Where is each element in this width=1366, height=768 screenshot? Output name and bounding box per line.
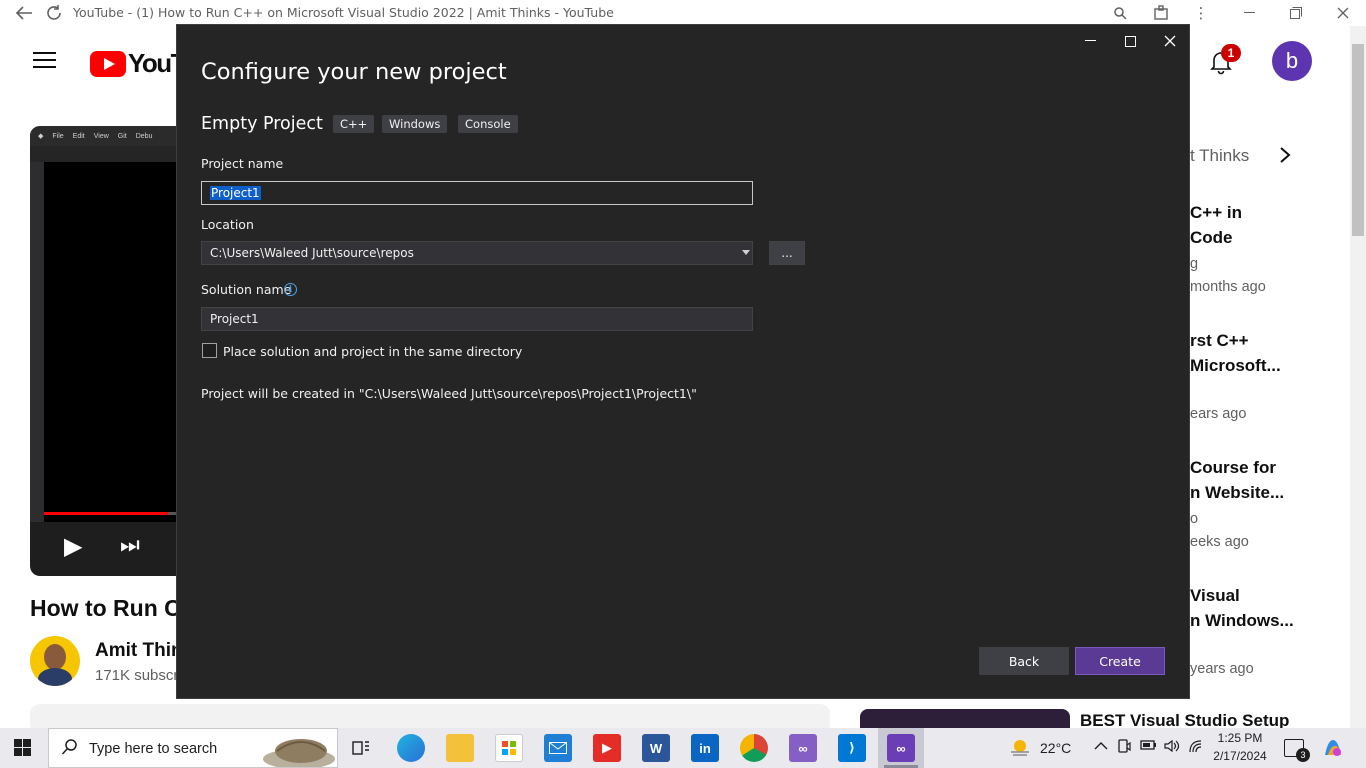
tag-language: C++ [333,115,375,133]
video-vs-toolbar [30,146,190,162]
more-options-icon[interactable]: ⋮ [1191,3,1211,23]
recommendation-thumbnail[interactable] [860,709,1070,728]
video-frame [44,162,190,522]
windows-taskbar: Type here to search ▶ W in ∞ ⟩ ∞ 22°C 1:… [0,728,1366,768]
recommendation-meta: o [1190,511,1199,527]
create-button[interactable]: Create [1075,647,1165,675]
restore-icon[interactable] [1286,3,1306,23]
channel-name[interactable]: Amit Thin [95,640,177,662]
video-menu-item: Edit [72,132,85,140]
close-icon[interactable] [1155,30,1185,52]
minimize-icon[interactable] [1075,30,1105,52]
video-menu-item: Git [117,132,127,140]
user-avatar[interactable]: b [1272,41,1312,81]
info-icon[interactable]: i [284,283,297,296]
video-vs-menubar: ◆ File Edit View Git Debu [30,126,190,146]
weather-icon[interactable] [1009,737,1031,759]
zoom-icon[interactable] [1110,3,1130,23]
recommendation-meta: ears ago [1190,406,1247,422]
project-name-label: Project name [201,156,284,171]
visual-studio-icon[interactable]: ∞ [789,734,817,762]
search-placeholder: Type here to search [89,741,218,757]
extensions-icon[interactable] [1151,3,1171,23]
browse-button[interactable]: ... [769,241,805,265]
configure-project-dialog: Configure your new project Empty Project… [176,24,1190,699]
video-menu-item: Debu [135,132,153,140]
tag-platform: Windows [382,115,448,133]
recommendation-meta: eeks ago [1190,534,1249,550]
vs-logo-icon: ◆ [38,133,44,140]
video-player[interactable]: ◆ File Edit View Git Debu ▶ ⏭ [30,126,190,576]
project-path-note: Project will be created in "C:\Users\Wal… [201,386,697,401]
back-button[interactable]: Back [979,647,1069,675]
recommendation-chip[interactable]: t Thinks [1190,146,1249,166]
chrome-icon[interactable] [740,734,768,762]
recommendation-meta: years ago [1190,661,1254,677]
next-video-icon[interactable]: ⏭ [120,532,140,558]
recommendation-title[interactable]: C++ in Code [1190,200,1340,250]
word-icon[interactable]: W [642,734,670,762]
video-progress-bar[interactable] [44,512,176,515]
dropdown-arrow-icon[interactable] [742,250,750,255]
video-menu-item: File [52,132,64,140]
vs-code-icon[interactable]: ⟩ [838,734,866,762]
dialog-title: Configure your new project [201,59,507,85]
youtube-play-logo-icon [90,50,126,77]
browser-tab-title: YouTube - (1) How to Run C++ on Microsof… [73,5,614,20]
search-highlight-illustration [263,739,335,767]
minimize-icon[interactable] [1240,3,1260,23]
recommendation-title[interactable]: Visual n Windows... [1190,583,1340,633]
file-explorer-icon[interactable] [446,734,474,762]
visual-studio-active-icon[interactable]: ∞ [887,734,915,762]
recommendation-meta: g [1190,256,1199,272]
refresh-icon[interactable] [44,3,64,23]
browser-title-bar: YouTube - (1) How to Run C++ on Microsof… [0,0,1366,26]
show-hidden-icons-icon[interactable] [1094,739,1108,754]
project-name-input[interactable]: Project1 [201,181,753,205]
video-title: How to Run C [30,595,180,621]
location-label: Location [201,217,254,232]
recommendation-meta: months ago [1190,279,1266,295]
chevron-right-icon[interactable] [1278,146,1292,170]
same-directory-checkbox[interactable] [202,343,217,358]
microsoft-store-icon[interactable] [495,734,523,762]
tag-project-type: Console [458,115,518,133]
maximize-icon[interactable] [1115,30,1145,52]
linkedin-icon[interactable]: in [691,734,719,762]
page-scrollbar[interactable] [1350,26,1366,728]
subscriber-count: 171K subscr [95,667,177,684]
solution-name-input[interactable]: Project1 [201,307,753,331]
youtube-app-icon[interactable]: ▶ [593,734,621,762]
video-menu-item: View [93,132,109,140]
channel-avatar[interactable] [30,636,80,686]
weather-temperature[interactable]: 22°C [1040,740,1071,756]
video-vs-sidebar [30,162,44,522]
battery-icon[interactable] [1140,739,1158,754]
location-combobox[interactable]: C:\Users\Waleed Jutt\source\repos [201,241,753,265]
windows-start-icon[interactable] [14,739,32,757]
clock-time[interactable]: 1:25 PM [1200,731,1280,745]
task-view-icon[interactable] [347,734,375,762]
template-name: Empty Project [201,114,323,134]
play-icon[interactable]: ▶ [64,532,82,561]
same-directory-label[interactable]: Place solution and project in the same d… [223,344,522,359]
back-arrow-icon[interactable] [14,3,34,23]
recommendation-title[interactable]: Course for n Website... [1190,455,1340,505]
recommendation-title[interactable]: rst C++ Microsoft... [1190,328,1340,378]
meet-now-icon[interactable] [1117,739,1131,758]
close-icon[interactable] [1333,3,1353,23]
notification-count-badge: 3 [1296,748,1310,762]
edge-browser-icon[interactable] [397,734,425,762]
solution-name-label: Solution name [201,282,292,297]
mail-icon[interactable] [544,734,572,762]
search-icon [61,738,79,761]
taskbar-search-box[interactable]: Type here to search [48,728,338,768]
notification-count-badge: 1 [1221,44,1241,62]
hamburger-menu-icon[interactable] [32,48,58,72]
copilot-icon[interactable] [1322,737,1344,759]
volume-icon[interactable] [1163,739,1181,756]
clock-date[interactable]: 2/17/2024 [1200,749,1280,763]
